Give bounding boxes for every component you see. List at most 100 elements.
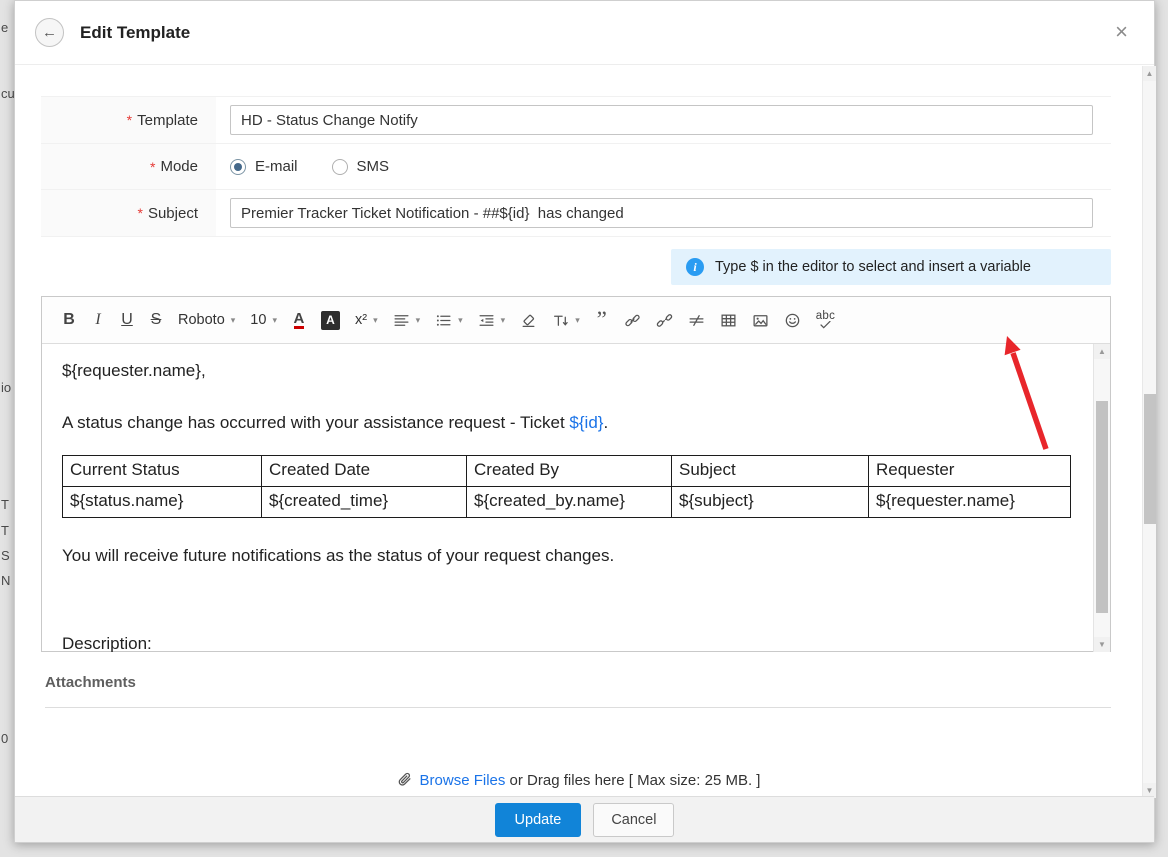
subject-input[interactable] bbox=[230, 198, 1093, 228]
body-line: A status change has occurred with your a… bbox=[62, 411, 1072, 435]
spellcheck-button[interactable]: abc bbox=[812, 305, 839, 335]
required-marker: * bbox=[137, 205, 143, 221]
font-family-value: Roboto bbox=[178, 312, 225, 328]
table-cell: ${subject} bbox=[671, 486, 869, 518]
font-color-icon: A bbox=[293, 310, 305, 329]
font-size-value: 10 bbox=[250, 312, 267, 328]
variable-hint-banner: i Type $ in the editor to select and ins… bbox=[671, 249, 1111, 285]
clear-format-button[interactable] bbox=[516, 305, 541, 335]
modal-scrollbar[interactable]: ▲ ▼ bbox=[1142, 66, 1156, 798]
update-button[interactable]: Update bbox=[494, 802, 582, 837]
editor-content[interactable]: ${requester.name}, A status change has o… bbox=[42, 344, 1094, 652]
mode-option-email[interactable]: E-mail bbox=[230, 158, 298, 175]
required-marker: * bbox=[126, 112, 133, 128]
scroll-up-icon[interactable]: ▲ bbox=[1143, 66, 1156, 81]
font-size-select[interactable]: 10 ▾ bbox=[246, 305, 281, 335]
bg-fragment: io bbox=[1, 380, 12, 395]
emoji-button[interactable] bbox=[780, 305, 805, 335]
attachments-divider bbox=[45, 707, 1111, 708]
indent-icon bbox=[479, 314, 494, 326]
table-cell: ${created_by.name} bbox=[466, 486, 672, 518]
greeting-line: ${requester.name}, bbox=[62, 361, 206, 380]
id-variable: ${id} bbox=[569, 413, 604, 432]
link-button[interactable] bbox=[620, 305, 645, 335]
indent-button[interactable]: ▾ bbox=[474, 305, 510, 335]
table-header-cell: Current Status bbox=[62, 455, 262, 487]
template-row: * Template bbox=[41, 97, 1111, 144]
template-label-text: Template bbox=[137, 111, 198, 129]
horizontal-rule-button[interactable] bbox=[684, 305, 709, 335]
chevron-down-icon: ▾ bbox=[373, 314, 378, 325]
table-cell: ${status.name} bbox=[62, 486, 262, 518]
radio-selected-icon[interactable] bbox=[230, 158, 246, 175]
mode-radio-group: E-mail SMS bbox=[230, 158, 389, 175]
mode-label: * Mode bbox=[41, 144, 216, 189]
line-height-button[interactable]: ▾ bbox=[548, 305, 584, 335]
table-button[interactable] bbox=[716, 305, 741, 335]
font-color-button[interactable]: A bbox=[288, 305, 310, 335]
eraser-icon bbox=[522, 314, 535, 327]
bg-fragment: T bbox=[1, 497, 9, 512]
page-title: Edit Template bbox=[80, 22, 191, 42]
editor-scrollbar[interactable]: ▲ ▼ bbox=[1093, 344, 1110, 652]
bg-fragment: cu bbox=[1, 86, 15, 101]
align-button[interactable]: ▾ bbox=[389, 305, 425, 335]
editor-scrollbar-thumb[interactable] bbox=[1096, 401, 1108, 613]
underline-button[interactable]: U bbox=[116, 305, 138, 335]
line-height-icon bbox=[554, 315, 568, 326]
browse-files-link[interactable]: Browse Files bbox=[420, 772, 506, 789]
back-button[interactable]: ← bbox=[35, 18, 64, 47]
attachments-label: Attachments bbox=[45, 674, 136, 691]
highlight-color-button[interactable]: A bbox=[317, 305, 344, 335]
scroll-up-icon[interactable]: ▲ bbox=[1094, 344, 1110, 359]
subject-label-text: Subject bbox=[147, 204, 198, 222]
highlight-color-icon: A bbox=[320, 310, 340, 330]
mode-option-sms[interactable]: SMS bbox=[331, 158, 389, 175]
chevron-down-icon: ▾ bbox=[415, 314, 421, 325]
blockquote-button[interactable]: ” bbox=[591, 305, 613, 335]
radio-unselected-icon[interactable] bbox=[331, 158, 348, 175]
unlink-icon bbox=[656, 313, 672, 327]
template-name-input[interactable] bbox=[230, 105, 1093, 135]
subject-value-cell bbox=[216, 190, 1111, 236]
back-arrow-icon: ← bbox=[42, 24, 57, 41]
chevron-down-icon: ▾ bbox=[230, 314, 236, 325]
modal-scrollbar-thumb[interactable] bbox=[1144, 394, 1156, 524]
cancel-button[interactable]: Cancel bbox=[593, 802, 675, 837]
quote-icon: ” bbox=[596, 307, 607, 332]
bullet-list-icon bbox=[437, 314, 451, 326]
table-icon bbox=[721, 314, 736, 326]
strikethrough-button[interactable]: S bbox=[145, 305, 167, 335]
close-icon[interactable]: × bbox=[1115, 19, 1128, 45]
required-marker: * bbox=[150, 158, 156, 175]
body-text: A status change has occurred with your a… bbox=[62, 413, 570, 432]
bold-button[interactable]: B bbox=[58, 305, 80, 335]
modal-header: ← Edit Template × bbox=[15, 1, 1154, 65]
list-button[interactable]: ▾ bbox=[431, 305, 467, 335]
mode-row: * Mode E-mail SMS bbox=[41, 144, 1111, 190]
image-button[interactable] bbox=[748, 305, 773, 335]
table-header-row: Current Status Created Date Created By S… bbox=[62, 455, 1071, 487]
font-family-select[interactable]: Roboto ▾ bbox=[174, 305, 239, 335]
unlink-button[interactable] bbox=[652, 305, 677, 335]
bg-fragment: 0 bbox=[1, 731, 9, 746]
horizontal-rule-icon bbox=[689, 314, 704, 326]
rich-text-editor: B I U S Roboto ▾ 10 ▾ A A x² ▾ ▾ ▾ ▾ ▾ ”… bbox=[41, 296, 1111, 652]
hint-text: Type $ in the editor to select and inser… bbox=[715, 259, 1031, 275]
subject-label: * Subject bbox=[41, 190, 216, 236]
modal-footer: Update Cancel bbox=[15, 796, 1154, 842]
table-header-cell: Subject bbox=[671, 455, 869, 487]
modal-body: * Template * Mode E-mail bbox=[15, 66, 1142, 798]
chevron-down-icon: ▾ bbox=[500, 314, 506, 325]
table-header-cell: Created Date bbox=[261, 455, 467, 487]
notification-line: You will receive future notifications as… bbox=[62, 546, 615, 565]
spellcheck-text: abc bbox=[815, 310, 836, 322]
attachments-dropzone[interactable]: Browse Files or Drag files here [ Max si… bbox=[15, 772, 1142, 789]
editor-toolbar: B I U S Roboto ▾ 10 ▾ A A x² ▾ ▾ ▾ ▾ ▾ ”… bbox=[42, 297, 1110, 344]
italic-button[interactable]: I bbox=[87, 305, 109, 335]
scroll-down-icon[interactable]: ▼ bbox=[1094, 637, 1110, 652]
chevron-down-icon: ▾ bbox=[458, 314, 463, 325]
superscript-button[interactable]: x² ▾ bbox=[351, 305, 382, 335]
image-icon bbox=[753, 314, 768, 326]
table-header-cell: Created By bbox=[466, 455, 672, 487]
